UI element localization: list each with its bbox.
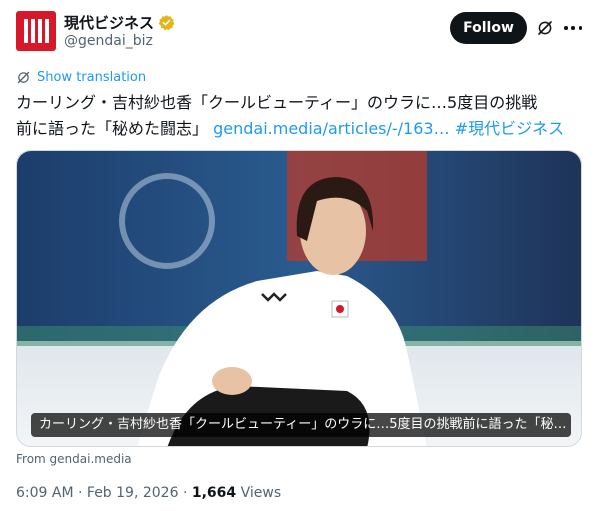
- show-translation-label: Show translation: [37, 70, 147, 85]
- more-icon[interactable]: [564, 19, 582, 37]
- meta-separator: ·: [73, 485, 87, 501]
- avatar[interactable]: [16, 11, 56, 51]
- tweet-text-line2: 前に語った「秘めた闘志」: [16, 119, 209, 138]
- display-name-text: 現代ビジネス: [64, 14, 155, 32]
- handle[interactable]: @gendai_biz: [64, 33, 153, 49]
- curler-photo: [17, 151, 581, 446]
- grok-icon[interactable]: [536, 19, 554, 37]
- verified-badge-icon: [158, 15, 175, 31]
- tweet-text: カーリング・吉村紗也香「クールビューティー」のウラに…5度目の挑戦 前に語った「…: [16, 90, 582, 142]
- follow-button[interactable]: Follow: [450, 12, 527, 44]
- tweet-text-line1: カーリング・吉村紗也香「クールビューティー」のウラに…5度目の挑戦: [16, 93, 538, 112]
- source-domain[interactable]: From gendai.media: [16, 452, 132, 466]
- translate-icon: [17, 71, 30, 84]
- media-card[interactable]: カーリング・吉村紗也香「クールビューティー」のウラに…5度目の挑戦前に語った「秘…: [16, 150, 582, 447]
- media-caption: カーリング・吉村紗也香「クールビューティー」のウラに…5度目の挑戦前に語った「秘…: [31, 413, 571, 437]
- tweet-meta: 6:09 AM · Feb 19, 2026 · 1,664 Views: [16, 485, 281, 501]
- views-count: 1,664: [191, 485, 237, 501]
- tweet-date[interactable]: Feb 19, 2026: [87, 485, 179, 501]
- show-translation-link[interactable]: Show translation: [16, 70, 146, 85]
- meta-separator: ·: [178, 485, 192, 501]
- views-label: Views: [236, 485, 282, 501]
- tweet-time[interactable]: 6:09 AM: [16, 485, 74, 501]
- article-link[interactable]: gendai.media/articles/-/163…: [213, 119, 449, 138]
- hashtag-link[interactable]: #現代ビジネス: [455, 119, 564, 138]
- display-name[interactable]: 現代ビジネス: [64, 12, 175, 33]
- gendai-logo: [23, 19, 49, 43]
